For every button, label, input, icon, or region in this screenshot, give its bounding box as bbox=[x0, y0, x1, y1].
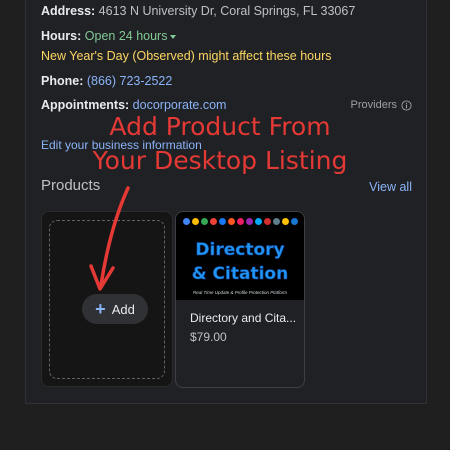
add-button-label: Add bbox=[111, 301, 135, 317]
providers-label: Providers bbox=[350, 99, 397, 111]
product-image-title-line2: & Citation bbox=[191, 264, 289, 284]
add-product-button[interactable]: + Add bbox=[82, 294, 148, 324]
address-row: Address: 4613 N University Dr, Coral Spr… bbox=[41, 4, 355, 18]
plus-icon: + bbox=[95, 299, 106, 319]
address-label: Address: bbox=[41, 4, 96, 18]
hours-row[interactable]: Hours: Open 24 hours bbox=[41, 29, 177, 43]
view-all-link[interactable]: View all bbox=[369, 180, 412, 194]
appointments-link[interactable]: docorporate.com bbox=[133, 98, 227, 112]
products-heading: Products bbox=[41, 177, 101, 194]
appointments-label: Appointments: bbox=[41, 98, 130, 112]
product-name[interactable]: Directory and Cita... bbox=[190, 311, 296, 325]
hours-label: Hours: bbox=[41, 29, 82, 43]
info-icon[interactable] bbox=[401, 99, 412, 111]
holiday-notice: New Year's Day (Observed) might affect t… bbox=[41, 49, 332, 63]
add-product-dashed-area[interactable]: + Add bbox=[49, 220, 165, 379]
product-price: $79.00 bbox=[190, 330, 227, 344]
phone-row: Phone: (866) 723-2522 bbox=[41, 74, 172, 88]
appointments-row: Appointments: docorporate.com bbox=[41, 98, 226, 112]
phone-link[interactable]: (866) 723-2522 bbox=[87, 74, 172, 88]
providers-info[interactable]: Providers bbox=[351, 99, 412, 111]
business-profile-panel: Address: 4613 N University Dr, Coral Spr… bbox=[25, 0, 427, 404]
product-image-title-line1: Directory bbox=[195, 240, 285, 260]
add-product-card[interactable]: + Add bbox=[41, 211, 173, 387]
address-value: 4613 N University Dr, Coral Springs, FL … bbox=[98, 4, 356, 18]
annotation-text-line1: Add Product From bbox=[109, 112, 331, 141]
annotation-text-line2: Your Desktop Listing bbox=[92, 146, 348, 175]
product-card[interactable]: Directory & Citation Real Time Update & … bbox=[175, 211, 305, 388]
hours-value[interactable]: Open 24 hours bbox=[85, 29, 168, 43]
phone-label: Phone: bbox=[41, 74, 84, 88]
platform-logos-strip bbox=[182, 218, 298, 226]
product-image-subtitle: Real Time Update & Profile Protection Pl… bbox=[193, 290, 287, 295]
chevron-down-icon[interactable] bbox=[170, 34, 177, 39]
product-image: Directory & Citation Real Time Update & … bbox=[176, 212, 304, 300]
